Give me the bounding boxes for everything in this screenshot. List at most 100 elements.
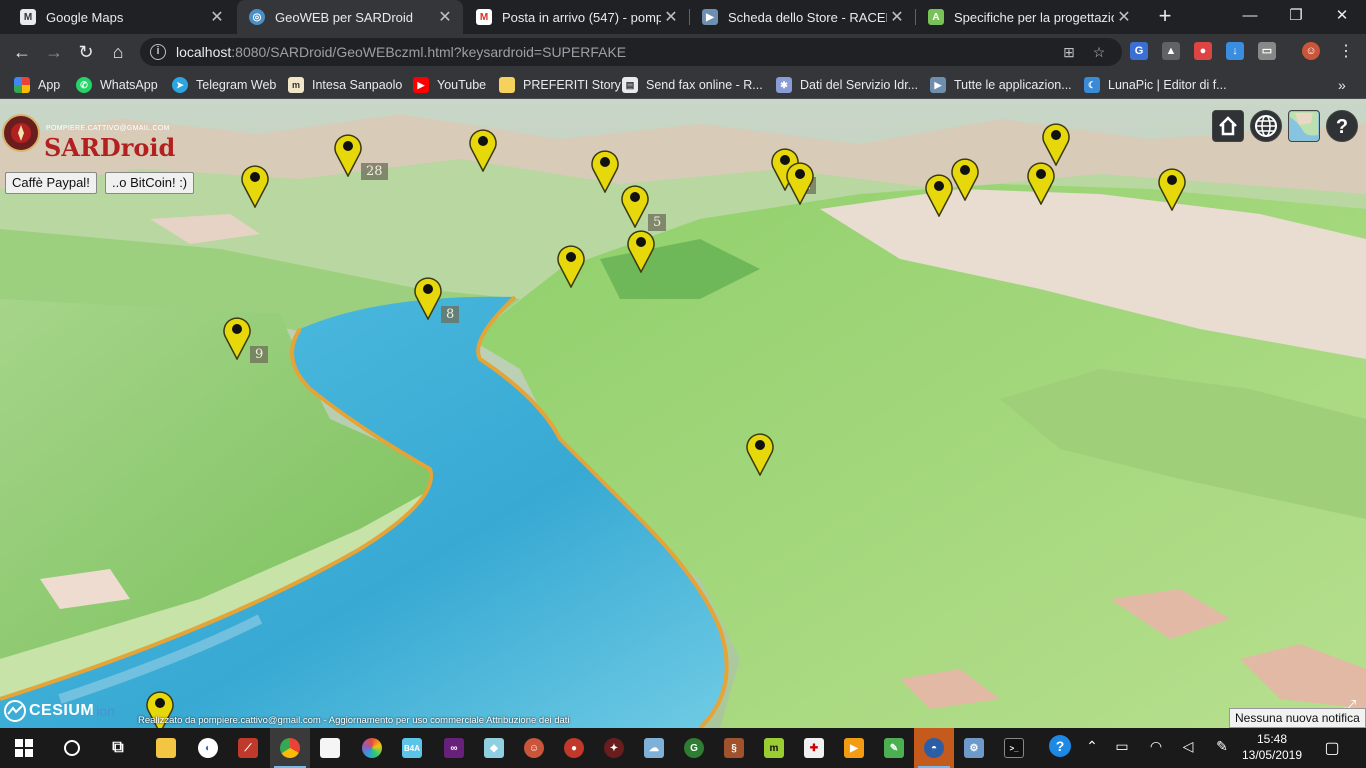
close-tab-icon[interactable]: ✕ — [887, 7, 907, 27]
restore-button[interactable]: ❐ — [1273, 0, 1319, 32]
taskbar-terminal[interactable]: >_ — [994, 728, 1034, 768]
menu-icon[interactable]: ⋮ — [1332, 38, 1360, 66]
taskbar-app[interactable]: ☺ — [514, 728, 554, 768]
tab-geoweb[interactable]: ◎ GeoWEB per SARDroid ✕ — [237, 0, 463, 34]
bookmark-apps-all[interactable]: ▶ Tutte le applicazion... — [930, 75, 1072, 95]
map-marker[interactable] — [950, 155, 980, 202]
taskbar-app[interactable]: m — [754, 728, 794, 768]
help-tray-icon[interactable]: ? — [1048, 735, 1072, 757]
tab-android-specs[interactable]: A Specifiche per la progettazione ✕ — [916, 0, 1142, 34]
task-view-button[interactable]: ⧉ — [98, 728, 138, 768]
store-favicon: ▶ — [702, 9, 718, 25]
taskbar-chrome[interactable] — [270, 728, 310, 768]
minimize-button[interactable]: — — [1227, 0, 1273, 32]
close-window-button[interactable]: ✕ — [1319, 0, 1365, 32]
reload-button[interactable]: ↻ — [72, 38, 100, 66]
system-clock[interactable]: 15:48 13/05/2019 — [1240, 731, 1304, 763]
taskbar-explorer[interactable] — [146, 728, 186, 768]
new-tab-button[interactable]: + — [1152, 4, 1178, 30]
address-bar[interactable]: i localhost:8080/SARDroid/GeoWEBczml.htm… — [140, 38, 1122, 66]
taskbar-app[interactable]: ✚ — [794, 728, 834, 768]
tab-gmail[interactable]: M Posta in arrivo (547) - pompier ✕ — [464, 0, 689, 34]
taskbar-app[interactable]: ◐ — [188, 728, 228, 768]
taskbar-app[interactable]: ☁ — [634, 728, 674, 768]
home-button[interactable]: ⌂ — [104, 38, 132, 66]
taskbar-app[interactable]: ◆ — [474, 728, 514, 768]
extension-icon[interactable]: ● — [1194, 42, 1212, 60]
forward-button[interactable]: → — [40, 38, 68, 66]
bookmark-star-icon[interactable]: ☆ — [1090, 44, 1108, 60]
show-hidden-icons[interactable]: ⌃ — [1080, 738, 1104, 755]
close-tab-icon[interactable]: ✕ — [661, 7, 681, 27]
paypal-donate-button[interactable]: Caffè Paypal! — [5, 172, 97, 194]
map-marker[interactable] — [785, 159, 815, 206]
close-tab-icon[interactable]: ✕ — [435, 7, 455, 27]
map-marker[interactable] — [1041, 120, 1071, 167]
map-marker[interactable] — [1157, 165, 1187, 212]
tab-store[interactable]: ▶ Scheda dello Store - RACEDroi ✕ — [690, 0, 915, 34]
close-tab-icon[interactable]: ✕ — [207, 7, 227, 27]
map-marker[interactable] — [620, 182, 650, 229]
bookmark-apps[interactable]: App — [14, 75, 60, 95]
map-marker[interactable] — [240, 162, 270, 209]
back-button[interactable]: ← — [8, 38, 36, 66]
cesium-map-viewport[interactable]: POMPIERE.CATTIVO@GMAIL.COM SARDroid Caff… — [0, 99, 1366, 728]
tab-google-maps[interactable]: M Google Maps ✕ — [8, 0, 235, 34]
taskbar-app[interactable] — [310, 728, 350, 768]
credits-text[interactable]: Realizzato da pompiere.cattivo@gmail.com… — [138, 715, 570, 726]
taskbar-app[interactable] — [352, 728, 392, 768]
base-layer-picker-button[interactable] — [1288, 110, 1320, 142]
bookmark-intesa[interactable]: m Intesa Sanpaolo — [288, 75, 402, 95]
home-view-button[interactable] — [1212, 110, 1244, 142]
drive-extension-icon[interactable]: ▲ — [1162, 42, 1180, 60]
help-button[interactable]: ? — [1326, 110, 1358, 142]
map-marker[interactable] — [413, 274, 443, 321]
bitcoin-donate-button[interactable]: ..o BitCoin! :) — [105, 172, 195, 194]
taskbar-app[interactable]: ⚙ — [954, 728, 994, 768]
map-marker[interactable] — [626, 227, 656, 274]
pen-icon[interactable]: ✎ — [1210, 738, 1234, 755]
wifi-icon[interactable]: ◠ — [1144, 738, 1168, 755]
taskbar-app[interactable]: G — [674, 728, 714, 768]
bookmark-preferiti[interactable]: PREFERITI Story — [499, 75, 621, 95]
start-button[interactable] — [4, 728, 44, 768]
map-marker[interactable] — [333, 131, 363, 178]
more-bookmarks-icon[interactable]: » — [1338, 75, 1346, 95]
taskbar-app[interactable]: ✎ — [874, 728, 914, 768]
extension-icon[interactable]: ▭ — [1258, 42, 1276, 60]
map-marker[interactable] — [468, 126, 498, 173]
scene-mode-button[interactable] — [1250, 110, 1282, 142]
taskbar-visual-studio[interactable]: ∞ — [434, 728, 474, 768]
taskbar-app[interactable]: ● — [554, 728, 594, 768]
bookmark-telegram[interactable]: ➤ Telegram Web — [172, 75, 276, 95]
action-center-icon[interactable]: ▢ — [1320, 738, 1344, 758]
bookmark-fax[interactable]: ▤ Send fax online - R... — [622, 75, 763, 95]
cesium-logo[interactable]: CESIUM ion — [4, 700, 115, 722]
taskbar-app[interactable]: ⟋ — [228, 728, 268, 768]
translate-icon[interactable]: ⊞ — [1060, 44, 1078, 60]
bookmark-youtube[interactable]: ▶ YouTube — [413, 75, 486, 95]
search-button[interactable] — [52, 728, 92, 768]
taskbar-app[interactable]: B4A — [392, 728, 432, 768]
site-info-icon[interactable]: i — [150, 44, 166, 60]
download-extension-icon[interactable]: ↓ — [1226, 42, 1244, 60]
map-marker[interactable] — [745, 430, 775, 477]
taskbar-app[interactable]: ✦ — [594, 728, 634, 768]
taskbar-app-active[interactable]: ◓ — [914, 728, 954, 768]
bookmark-idro[interactable]: ✱ Dati del Servizio Idr... — [776, 75, 918, 95]
map-marker[interactable] — [556, 242, 586, 289]
app-icon: ◓ — [924, 738, 944, 758]
taskbar-app[interactable]: ▶ — [834, 728, 874, 768]
battery-icon[interactable]: ▭ — [1110, 738, 1134, 755]
map-marker[interactable] — [590, 147, 620, 194]
bookmark-lunapic[interactable]: ☾ LunaPic | Editor di f... — [1084, 75, 1227, 95]
bookmark-label: Intesa Sanpaolo — [312, 78, 403, 92]
translate-extension-icon[interactable]: G — [1130, 42, 1148, 60]
profile-avatar[interactable]: ☺ — [1302, 42, 1320, 60]
taskbar-app[interactable]: § — [714, 728, 754, 768]
bookmark-whatsapp[interactable]: ✆ WhatsApp — [76, 75, 158, 95]
logo-email: POMPIERE.CATTIVO@GMAIL.COM — [46, 125, 170, 132]
close-tab-icon[interactable]: ✕ — [1114, 7, 1134, 27]
volume-icon[interactable]: ◁ — [1176, 738, 1200, 755]
map-marker[interactable] — [222, 314, 252, 361]
